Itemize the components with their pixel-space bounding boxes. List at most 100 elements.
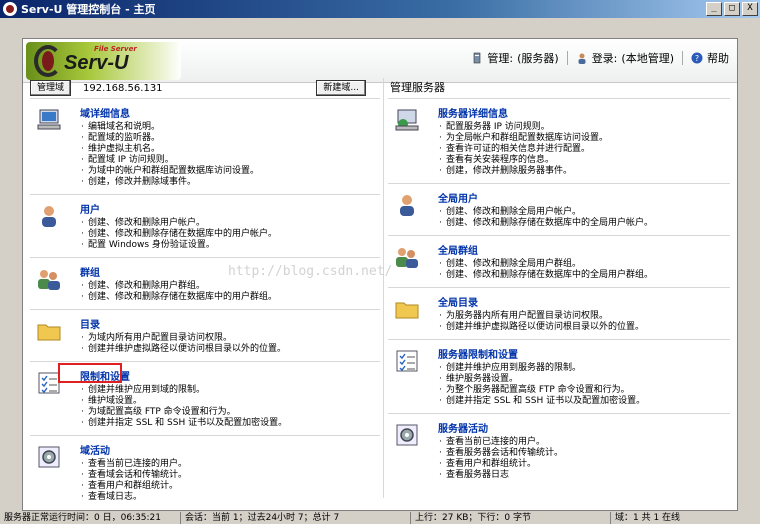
manage-link[interactable]: (服务器): [517, 50, 559, 66]
section-title[interactable]: 用户: [80, 201, 380, 216]
list-item: 为全局帐户和群组配置数据库访问设置。: [438, 133, 730, 144]
list-item: 编辑域名和说明。: [80, 122, 380, 133]
list-item: 查看当前已连接的用户。: [438, 437, 730, 448]
section-server-activity[interactable]: 服务器活动 查看当前已连接的用户。 查看服务器会话和传输统计。 查看用户和群组统…: [388, 413, 730, 487]
server-column: 管理服务器 服务器详细信息 配置服务器 IP 访问规则。 为全局帐户和群组配置数…: [388, 78, 730, 487]
list-item: 查看当前已连接的用户。: [80, 459, 380, 470]
section-title[interactable]: 目录: [80, 316, 380, 331]
section-users[interactable]: 用户 创建、修改和删除用户帐户。 创建、修改和删除存储在数据库中的用户帐户。 配…: [30, 194, 380, 257]
list-item: 配置域的监听器。: [80, 133, 380, 144]
list-item: 查看服务器会话和传输统计。: [438, 448, 730, 459]
list-item: 创建并指定 SSL 和 SSH 证书以及配置加密设置。: [80, 418, 380, 429]
section-server-limits-settings[interactable]: 服务器限制和设置 创建并维护应用到服务器的限制。 维护服务器设置。 为整个服务器…: [388, 339, 730, 413]
maximize-button[interactable]: □: [724, 2, 740, 16]
list-item: 创建、修改和删除存储在数据库中的用户帐户。: [80, 229, 380, 240]
list-item: 配置 Windows 身份验证设置。: [80, 240, 380, 251]
login-link[interactable]: (本地管理): [621, 50, 674, 66]
window-title: Serv-U 管理控制台 - 主页: [21, 3, 156, 16]
header: File Server Serv-U 管理: (服务器) 登录: (本地管理) …: [23, 39, 737, 83]
section-server-details[interactable]: 服务器详细信息 配置服务器 IP 访问规则。 为全局帐户和群组配置数据库访问设置…: [388, 98, 730, 183]
login-label: 登录:: [591, 52, 618, 65]
list-item: 为域中的帐户和群组配置数据库访问设置。: [80, 166, 380, 177]
list-item: 创建、修改和删除存储在数据库中的全局用户群组。: [438, 270, 730, 281]
user-icon: [400, 195, 414, 216]
serv-u-logo: File Server Serv-U: [26, 42, 181, 80]
server-heading: 管理服务器: [390, 81, 445, 94]
list-item: 维护服务器设置。: [438, 374, 730, 385]
section-title[interactable]: 域活动: [80, 442, 380, 457]
list-item: 查看域日志。: [80, 492, 380, 503]
section-global-directories[interactable]: 全局目录 为服务器内所有用户配置目录访问权限。 创建并维护虚拟路径以便访问根目录…: [388, 287, 730, 339]
list-item: 查看用户和群组统计。: [438, 459, 730, 470]
activity-gear-icon: [396, 424, 418, 446]
section-directories[interactable]: 目录 为域内所有用户配置目录访问权限。 创建并维护虚拟路径以便访问根目录以外的位…: [30, 309, 380, 361]
list-item: 查看服务器日志: [438, 470, 730, 481]
section-title[interactable]: 服务器限制和设置: [438, 346, 730, 361]
list-item: 创建并维护应用到服务器的限制。: [438, 363, 730, 374]
section-domain-details[interactable]: 域详细信息 编辑域名和说明。 配置域的监听器。 维护虚拟主机名。 配置域 IP …: [30, 98, 380, 194]
close-button[interactable]: X: [742, 2, 758, 16]
help-icon: ?: [691, 52, 703, 64]
column-divider: [383, 78, 384, 498]
list-item: 创建、修改和删除用户帐户。: [80, 218, 380, 229]
section-title[interactable]: 服务器活动: [438, 420, 730, 435]
section-title[interactable]: 全局用户: [438, 190, 730, 205]
domain-ip: 192.168.56.131: [83, 82, 163, 94]
section-title[interactable]: 限制和设置: [80, 368, 380, 383]
list-item: 维护域设置。: [80, 396, 380, 407]
list-item: 创建并指定 SSL 和 SSH 证书以及配置加密设置。: [438, 396, 730, 407]
section-title[interactable]: 服务器详细信息: [438, 105, 730, 120]
list-item: 创建、修改和删除全局用户帐户。: [438, 207, 730, 218]
status-transfer: 上行：27 KB；下行：0 字节: [410, 512, 610, 524]
list-item: 为整个服务器配置高级 FTP 命令设置和行为。: [438, 385, 730, 396]
list-item: 为服务器内所有用户配置目录访问权限。: [438, 311, 730, 322]
section-title[interactable]: 全局目录: [438, 294, 730, 309]
manage-label: 管理:: [487, 52, 514, 65]
folder-icon: [37, 324, 61, 341]
section-title[interactable]: 域详细信息: [80, 105, 380, 120]
server-icon: [474, 52, 481, 64]
list-item: 创建、修改和删除全局用户群组。: [438, 259, 730, 270]
list-item: 创建并维护应用到域的限制。: [80, 385, 380, 396]
folder-icon: [395, 302, 419, 319]
server-globe-icon: [395, 109, 419, 131]
user-icon: [578, 53, 586, 64]
section-global-groups[interactable]: 全局群组 创建、修改和删除全局用户群组。 创建、修改和删除存储在数据库中的全局用…: [388, 235, 730, 287]
activity-gear-icon: [38, 446, 60, 468]
list-item: 创建，修改并删除域事件。: [80, 177, 380, 188]
checklist-icon: [396, 350, 418, 372]
list-item: 创建并维护虚拟路径以便访问根目录以外的位置。: [438, 322, 730, 333]
computer-icon: [37, 109, 61, 130]
svg-text:?: ?: [695, 54, 699, 63]
list-item: 查看域会话和传输统计。: [80, 470, 380, 481]
app-icon: [3, 2, 17, 16]
status-domains: 域：1 共 1 在线: [610, 512, 760, 524]
domain-column: 管理域 192.168.56.131 新建域... 域详细信息 编辑域名和说明。…: [30, 78, 380, 509]
list-item: 查看许可证的相关信息并进行配置。: [438, 144, 730, 155]
list-item: 查看有关安装程序的信息。: [438, 155, 730, 166]
section-title[interactable]: 群组: [80, 264, 380, 279]
new-domain-button[interactable]: 新建域...: [316, 80, 366, 96]
list-item: 配置域 IP 访问规则。: [80, 155, 380, 166]
list-item: 维护虚拟主机名。: [80, 144, 380, 155]
section-global-users[interactable]: 全局用户 创建、修改和删除全局用户帐户。 创建、修改和删除存储在数据库中的全局用…: [388, 183, 730, 235]
list-item: 配置服务器 IP 访问规则。: [438, 122, 730, 133]
section-groups[interactable]: 群组 创建、修改和删除用户群组。 创建、修改和删除存储在数据库中的用户群组。: [30, 257, 380, 309]
highlight-box: [58, 363, 122, 383]
help-link[interactable]: 帮助: [707, 50, 729, 66]
user-icon: [42, 206, 56, 227]
list-item: 查看用户和群组统计。: [80, 481, 380, 492]
status-bar: 服务器正常运行时间：0 日，06:35:21 会话：当前 1；过去24小时 7；…: [0, 512, 760, 524]
title-bar: Serv-U 管理控制台 - 主页 _ □ X: [0, 0, 760, 18]
client-area: File Server Serv-U 管理: (服务器) 登录: (本地管理) …: [0, 18, 760, 511]
section-domain-activity[interactable]: 域活动 查看当前已连接的用户。 查看域会话和传输统计。 查看用户和群组统计。 查…: [30, 435, 380, 509]
list-item: 创建，修改并删除服务器事件。: [438, 166, 730, 177]
list-item: 为域内所有用户配置目录访问权限。: [80, 333, 380, 344]
list-item: 为域配置高级 FTP 命令设置和行为。: [80, 407, 380, 418]
manage-domain-button[interactable]: 管理域: [30, 80, 72, 96]
list-item: 创建、修改和删除存储在数据库中的用户群组。: [80, 292, 380, 303]
list-item: 创建、修改和删除用户群组。: [80, 281, 380, 292]
section-title[interactable]: 全局群组: [438, 242, 730, 257]
list-item: 创建、修改和删除存储在数据库中的全局用户帐户。: [438, 218, 730, 229]
minimize-button[interactable]: _: [706, 2, 722, 16]
